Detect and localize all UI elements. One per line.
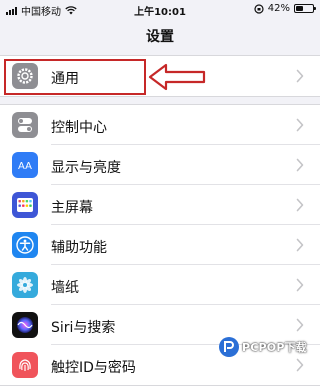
watermark: PCPOP下载 bbox=[218, 336, 307, 358]
annotation-arrow bbox=[148, 63, 206, 91]
settings-row-label: 辅助功能 bbox=[51, 240, 107, 256]
settings-row-label: 显示与亮度 bbox=[51, 160, 121, 176]
settings-row-label: 主屏幕 bbox=[51, 200, 93, 216]
chevron-right-icon bbox=[296, 317, 304, 332]
aa-icon: AA bbox=[12, 152, 38, 178]
chevron-right-icon bbox=[296, 197, 304, 212]
grid-icon bbox=[12, 192, 38, 218]
settings-row-label: 触控ID与密码 bbox=[51, 360, 136, 376]
watermark-text: PCPOP下载 bbox=[242, 341, 308, 354]
battery-percent: 42% bbox=[267, 3, 290, 14]
settings-row-label: 墙纸 bbox=[51, 280, 79, 296]
settings-row-label: 控制中心 bbox=[51, 120, 107, 136]
svg-text:AA: AA bbox=[18, 161, 32, 172]
settings-row-label: Siri与搜索 bbox=[51, 320, 116, 336]
siri-icon bbox=[12, 312, 38, 338]
battery-icon bbox=[294, 4, 316, 13]
status-right: 42% bbox=[254, 3, 316, 14]
chevron-right-icon bbox=[296, 237, 304, 252]
watermark-logo bbox=[219, 337, 239, 357]
chevron-right-icon bbox=[296, 157, 304, 172]
settings-row[interactable]: 主屏幕 bbox=[0, 185, 320, 225]
highlight-box bbox=[4, 59, 146, 95]
chevron-right-icon bbox=[296, 357, 304, 372]
chevron-right-icon bbox=[296, 117, 304, 132]
settings-row[interactable]: 控制中心 bbox=[0, 105, 320, 145]
chevron-right-icon bbox=[296, 68, 304, 83]
fingerprint-icon bbox=[12, 352, 38, 378]
toggle-icon bbox=[12, 112, 38, 138]
settings-row[interactable]: 辅助功能 bbox=[0, 225, 320, 265]
settings-row[interactable]: 墙纸 bbox=[0, 265, 320, 305]
page-title: 设置 bbox=[146, 29, 174, 45]
orientation-lock-icon bbox=[254, 3, 264, 14]
settings-row[interactable]: AA 显示与亮度 bbox=[0, 145, 320, 185]
status-bar: 中国移动 上午10:01 42% bbox=[0, 0, 320, 18]
accessibility-icon bbox=[12, 232, 38, 258]
flower-icon bbox=[12, 272, 38, 298]
chevron-right-icon bbox=[296, 277, 304, 292]
